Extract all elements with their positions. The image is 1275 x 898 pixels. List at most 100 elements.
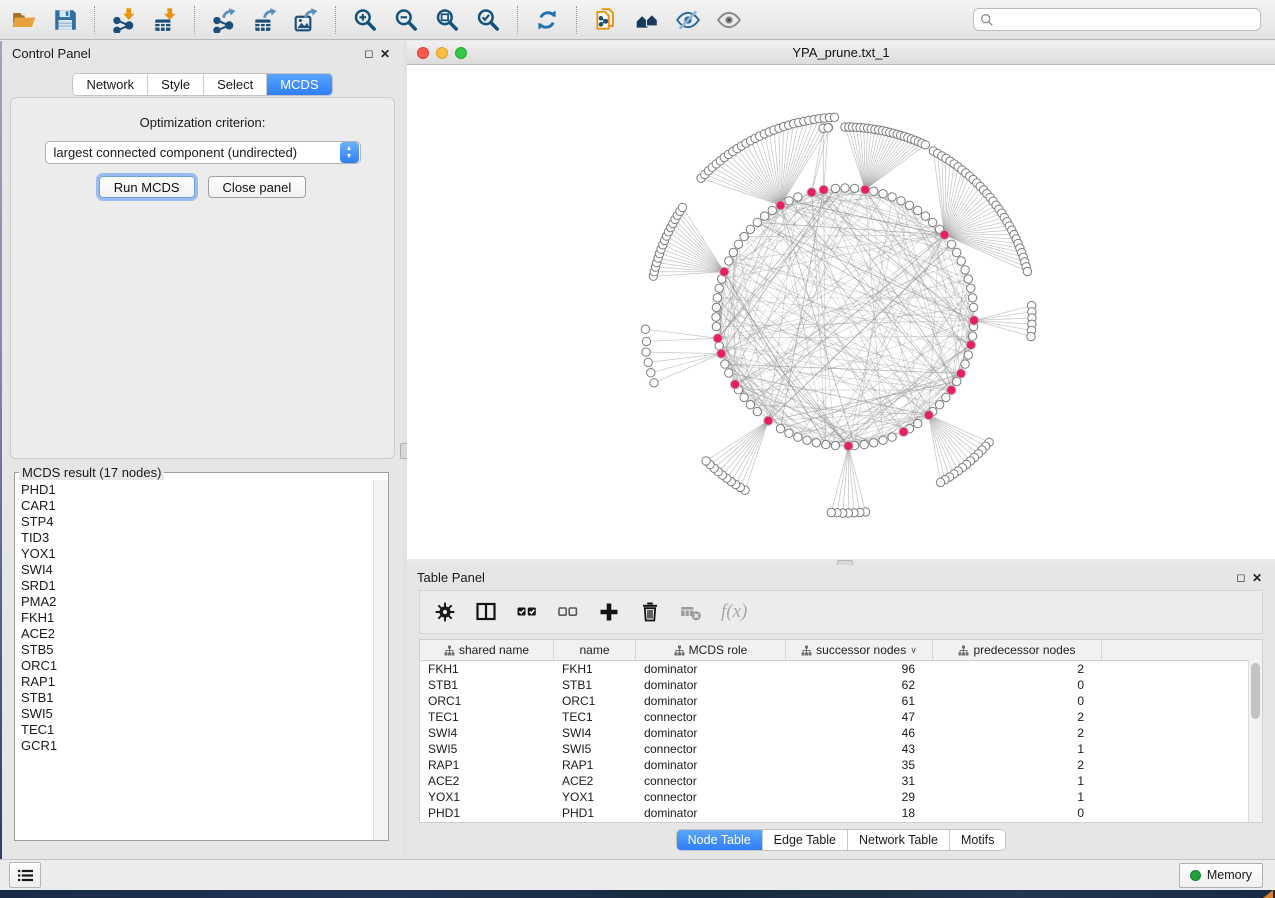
table-row[interactable]: ORC1ORC1dominator610	[420, 693, 1262, 709]
table-cell[interactable]: 47	[786, 710, 933, 724]
new-network-from-selection-icon[interactable]	[592, 6, 620, 34]
table-cell[interactable]: 29	[786, 790, 933, 804]
table-cell[interactable]: STB1	[554, 678, 636, 692]
run-mcds-button[interactable]: Run MCDS	[99, 176, 195, 198]
mcds-result-item[interactable]: TEC1	[21, 722, 374, 738]
tab-select[interactable]: Select	[203, 74, 266, 95]
table-cell[interactable]: ACE2	[554, 774, 636, 788]
column-header-predecessor-nodes[interactable]: predecessor nodes	[933, 640, 1102, 660]
table-cell[interactable]: 1	[933, 790, 1102, 804]
deselect-all-icon[interactable]	[557, 601, 579, 623]
task-history-button[interactable]	[9, 862, 41, 888]
table-scrollbar-thumb[interactable]	[1251, 663, 1260, 719]
table-cell[interactable]: PHD1	[554, 806, 636, 820]
mcds-result-item[interactable]: ORC1	[21, 658, 374, 674]
table-cell[interactable]: FKH1	[420, 662, 554, 676]
table-cell[interactable]: 0	[933, 806, 1102, 820]
mcds-result-item[interactable]: FKH1	[21, 610, 374, 626]
mcds-result-item[interactable]: SRD1	[21, 578, 374, 594]
mcds-result-item[interactable]: STB5	[21, 642, 374, 658]
tab-mcds[interactable]: MCDS	[266, 74, 331, 95]
table-row[interactable]: TEC1TEC1connector472	[420, 709, 1262, 725]
table-row[interactable]: SWI4SWI4dominator462	[420, 725, 1262, 741]
save-session-icon[interactable]	[51, 6, 79, 34]
mcds-result-item[interactable]: ACE2	[21, 626, 374, 642]
table-cell[interactable]: STB1	[420, 678, 554, 692]
table-cell[interactable]: 43	[786, 742, 933, 756]
mcds-result-item[interactable]: CAR1	[21, 498, 374, 514]
mcds-result-item[interactable]: PHD1	[21, 482, 374, 498]
table-cell[interactable]: 35	[786, 758, 933, 772]
table-options-icon[interactable]	[434, 601, 456, 623]
export-table-icon[interactable]	[251, 6, 279, 34]
mcds-result-item[interactable]: TID3	[21, 530, 374, 546]
table-cell[interactable]: 18	[786, 806, 933, 820]
search-input[interactable]	[999, 12, 1254, 28]
delete-column-icon[interactable]	[639, 601, 661, 623]
table-row[interactable]: RAP1RAP1dominator352	[420, 757, 1262, 773]
mcds-result-item[interactable]: SWI5	[21, 706, 374, 722]
mcds-result-item[interactable]: SWI4	[21, 562, 374, 578]
memory-button[interactable]: Memory	[1179, 863, 1263, 888]
table-cell[interactable]: 46	[786, 726, 933, 740]
tab-network-table[interactable]: Network Table	[847, 830, 949, 850]
table-cell[interactable]: 61	[786, 694, 933, 708]
table-cell[interactable]: ORC1	[420, 694, 554, 708]
export-network-icon[interactable]	[210, 6, 238, 34]
select-all-icon[interactable]	[516, 601, 538, 623]
table-cell[interactable]: dominator	[636, 806, 786, 820]
float-table-panel-icon[interactable]: ◻	[1233, 571, 1249, 585]
column-header-shared-name[interactable]: shared name	[420, 640, 554, 660]
network-graph[interactable]	[407, 65, 1275, 559]
table-cell[interactable]: dominator	[636, 678, 786, 692]
table-cell[interactable]: TEC1	[554, 710, 636, 724]
table-cell[interactable]: dominator	[636, 758, 786, 772]
float-panel-icon[interactable]: ◻	[361, 47, 377, 61]
column-header-MCDS-role[interactable]: MCDS role	[636, 640, 786, 660]
table-cell[interactable]: 96	[786, 662, 933, 676]
table-scrollbar[interactable]	[1248, 660, 1262, 822]
table-cell[interactable]: RAP1	[554, 758, 636, 772]
open-session-icon[interactable]	[10, 6, 38, 34]
table-row[interactable]: STB1STB1dominator620	[420, 677, 1262, 693]
table-cell[interactable]: 0	[933, 694, 1102, 708]
table-cell[interactable]: 2	[933, 758, 1102, 772]
table-cell[interactable]: FKH1	[554, 662, 636, 676]
close-panel-icon[interactable]: ✕	[377, 47, 393, 61]
table-row[interactable]: PHD1PHD1dominator180	[420, 805, 1262, 821]
table-cell[interactable]: connector	[636, 790, 786, 804]
table-row[interactable]: SWI5SWI5connector431	[420, 741, 1262, 757]
create-column-icon[interactable]	[598, 601, 620, 623]
search-box[interactable]	[973, 8, 1261, 31]
mcds-list-scrollbar[interactable]	[373, 480, 388, 840]
table-cell[interactable]: 62	[786, 678, 933, 692]
column-header-successor-nodes[interactable]: successor nodes∨	[786, 640, 933, 660]
table-cell[interactable]: SWI4	[554, 726, 636, 740]
export-image-icon[interactable]	[292, 6, 320, 34]
table-cell[interactable]: 31	[786, 774, 933, 788]
table-cell[interactable]: PHD1	[420, 806, 554, 820]
tab-network[interactable]: Network	[73, 74, 147, 95]
hide-selection-icon[interactable]	[674, 6, 702, 34]
mcds-result-item[interactable]: GCR1	[21, 738, 374, 754]
network-canvas[interactable]	[407, 65, 1275, 559]
table-cell[interactable]: ORC1	[554, 694, 636, 708]
table-cell[interactable]: ACE2	[420, 774, 554, 788]
mcds-result-item[interactable]: STP4	[21, 514, 374, 530]
table-row[interactable]: ACE2ACE2connector311	[420, 773, 1262, 789]
zoom-in-icon[interactable]	[351, 6, 379, 34]
show-columns-icon[interactable]	[475, 601, 497, 623]
table-row[interactable]: YOX1YOX1connector291	[420, 789, 1262, 805]
refresh-layout-icon[interactable]	[533, 6, 561, 34]
table-cell[interactable]: 0	[933, 678, 1102, 692]
tab-node-table[interactable]: Node Table	[677, 830, 762, 850]
table-cell[interactable]: connector	[636, 774, 786, 788]
table-cell[interactable]: dominator	[636, 726, 786, 740]
close-table-panel-icon[interactable]: ✕	[1249, 571, 1265, 585]
table-cell[interactable]: dominator	[636, 662, 786, 676]
table-cell[interactable]: YOX1	[554, 790, 636, 804]
zoom-fit-icon[interactable]	[433, 6, 461, 34]
tab-edge-table[interactable]: Edge Table	[762, 830, 847, 850]
table-cell[interactable]: dominator	[636, 694, 786, 708]
import-table-icon[interactable]	[151, 6, 179, 34]
